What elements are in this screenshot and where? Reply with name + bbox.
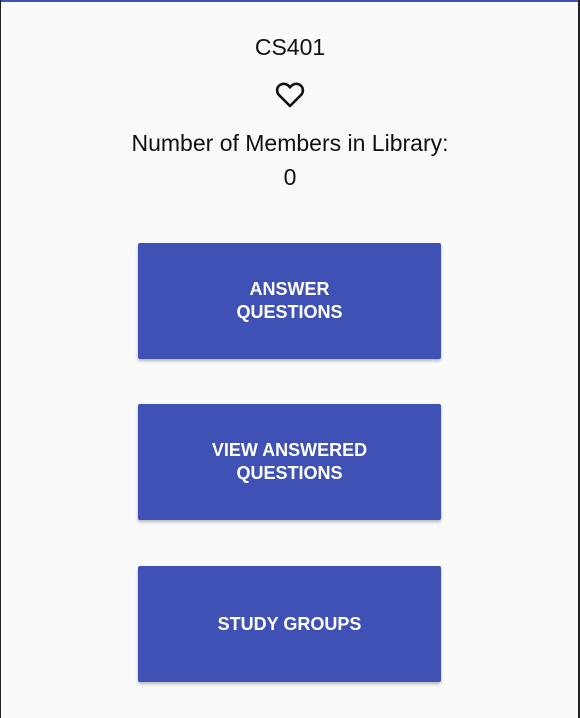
view-answered-questions-button[interactable]: VIEW ANSWERED QUESTIONS (138, 404, 441, 520)
course-title: CS401 (254, 34, 326, 60)
heart-icon[interactable] (275, 81, 305, 109)
left-edge-divider (0, 0, 1, 718)
answer-questions-button[interactable]: ANSWER QUESTIONS (138, 243, 441, 359)
top-edge-divider (0, 0, 580, 2)
study-groups-button[interactable]: STUDY GROUPS (138, 566, 441, 682)
members-count-label: Number of Members in Library: (131, 130, 449, 156)
members-count-value: 0 (283, 164, 297, 190)
